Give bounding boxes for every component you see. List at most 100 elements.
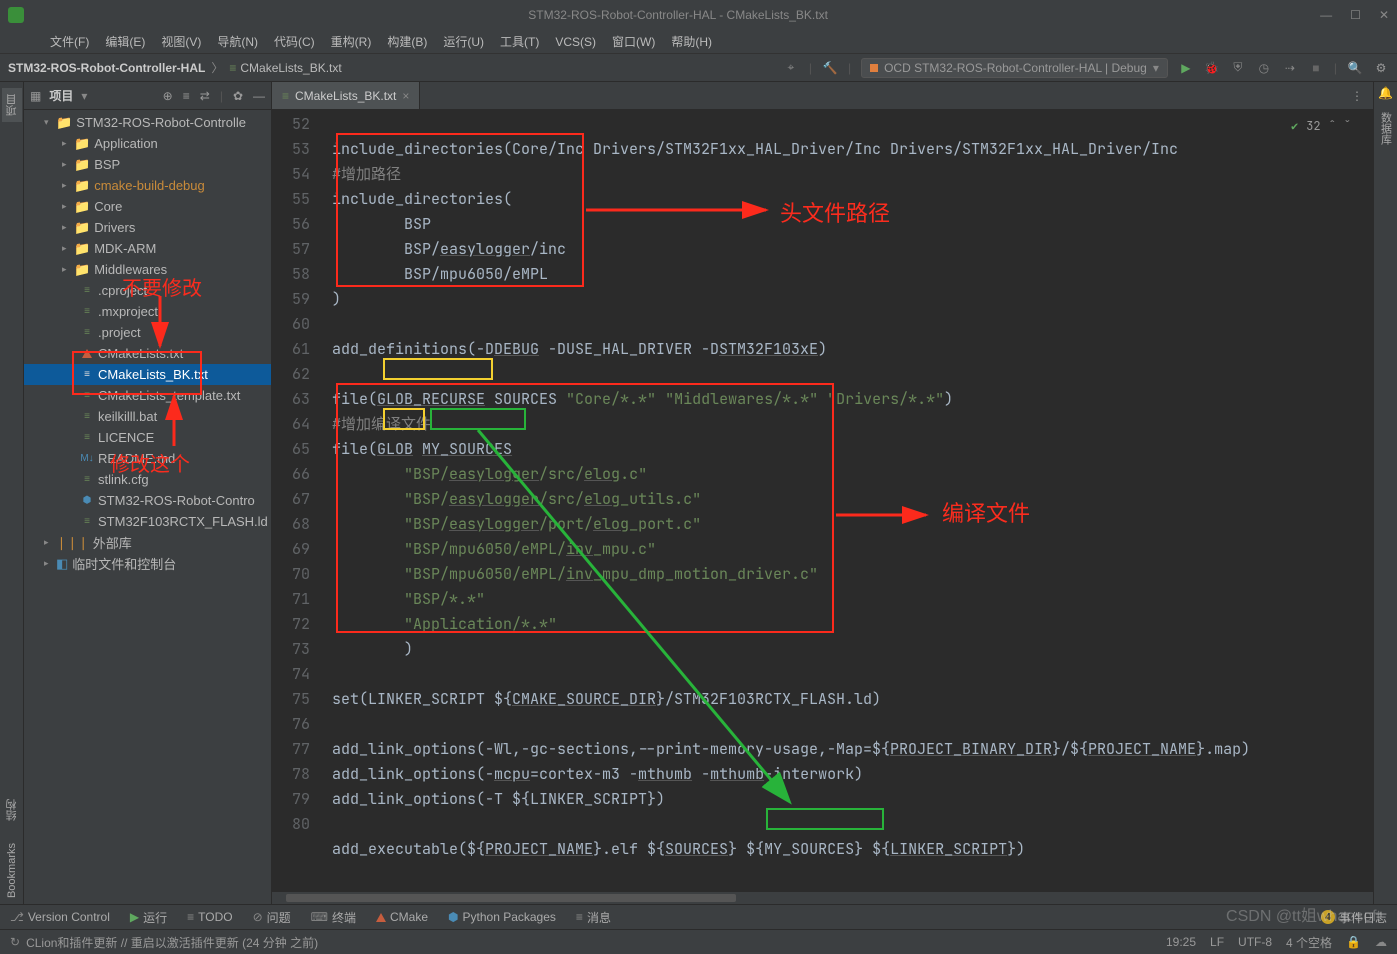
project-tree[interactable]: ▾📁STM32-ROS-Robot-Controlle ▸📁Applicatio… bbox=[24, 110, 271, 904]
status-enc[interactable]: UTF-8 bbox=[1238, 935, 1272, 949]
tree-file[interactable]: ≡.mxproject bbox=[24, 301, 271, 322]
tree-file[interactable]: ≡keilkilll.bat bbox=[24, 406, 271, 427]
tree-file-readme[interactable]: M↓README.md bbox=[24, 448, 271, 469]
menu-refactor[interactable]: 重构(R) bbox=[331, 33, 372, 50]
tree-file-cmakelists-bk[interactable]: ≡CMakeLists_BK.txt bbox=[24, 364, 271, 385]
tree-file-ioc[interactable]: ⬢STM32-ROS-Robot-Contro bbox=[24, 490, 271, 511]
maximize-button[interactable]: ☐ bbox=[1350, 8, 1361, 22]
more-tabs-icon[interactable]: ⋮ bbox=[1341, 89, 1373, 103]
tree-ext-lib[interactable]: ▸❘❘❘外部库 bbox=[24, 532, 271, 553]
left-tab-bookmarks[interactable]: Bookmarks bbox=[4, 837, 20, 904]
tool-todo[interactable]: ≡TODO bbox=[187, 910, 232, 924]
status-pos[interactable]: 19:25 bbox=[1166, 935, 1196, 949]
menu-help[interactable]: 帮助(H) bbox=[671, 33, 712, 50]
menu-run[interactable]: 运行(U) bbox=[443, 33, 484, 50]
minimize-button[interactable]: — bbox=[1320, 8, 1332, 22]
status-spaces[interactable]: 4 个空格 bbox=[1286, 934, 1332, 951]
tool-cmake[interactable]: CMake bbox=[376, 910, 428, 924]
tree-folder[interactable]: ▸📁BSP bbox=[24, 154, 271, 175]
annotation-arrow bbox=[164, 396, 184, 456]
search-icon[interactable]: 🔍 bbox=[1347, 60, 1363, 76]
left-tab-project[interactable]: 项目 bbox=[2, 88, 22, 122]
tree-folder[interactable]: ▸📁Application bbox=[24, 133, 271, 154]
menu-code[interactable]: 代码(C) bbox=[274, 33, 315, 50]
tree-file[interactable]: ≡.project bbox=[24, 322, 271, 343]
window-title: STM32-ROS-Robot-Controller-HAL - CMakeLi… bbox=[36, 8, 1320, 22]
hide-icon[interactable]: — bbox=[253, 89, 265, 103]
sep: | bbox=[809, 61, 812, 75]
tool-vcs[interactable]: ⎇Version Control bbox=[10, 910, 110, 924]
horizontal-scrollbar[interactable] bbox=[272, 892, 1373, 904]
close-button[interactable]: ✕ bbox=[1379, 8, 1389, 22]
tool-terminal[interactable]: ⌨终端 bbox=[311, 909, 356, 926]
bottom-toolbar: ⎇Version Control ▶运行 ≡TODO ⊘问题 ⌨终端 CMake… bbox=[0, 904, 1397, 929]
menu-build[interactable]: 构建(B) bbox=[387, 33, 427, 50]
tree-scratch[interactable]: ▸◧临时文件和控制台 bbox=[24, 553, 271, 574]
coverage-button[interactable]: ⛨ bbox=[1230, 60, 1246, 76]
left-tab-structure[interactable]: 结构 bbox=[2, 793, 22, 827]
settings-icon[interactable]: ⚙ bbox=[1373, 60, 1389, 76]
tree-folder-cmake[interactable]: ▸📁cmake-build-debug bbox=[24, 175, 271, 196]
status-message[interactable]: CLion和插件更新 // 重启以激活插件更新 (24 分钟 之前) bbox=[26, 934, 318, 951]
chevron-down-icon[interactable]: ˇ bbox=[1344, 114, 1351, 139]
menu-window[interactable]: 窗口(W) bbox=[612, 33, 655, 50]
hammer-icon[interactable]: 🔨 bbox=[822, 60, 838, 76]
attach-button[interactable]: ⇢ bbox=[1282, 60, 1298, 76]
editor-tab[interactable]: ≡ CMakeLists_BK.txt × bbox=[272, 82, 420, 109]
scrollbar-thumb[interactable] bbox=[286, 894, 736, 902]
sep: | bbox=[1334, 61, 1337, 75]
status-lock-icon[interactable]: 🔒 bbox=[1346, 935, 1361, 949]
project-sidebar: ▦ 项目 ▾ ⊕ ≡ ⇄ | ✿ — ▾📁STM32-ROS-Robot-Con… bbox=[24, 82, 272, 904]
status-cloud-icon[interactable]: ☁ bbox=[1375, 935, 1387, 949]
stop-button[interactable]: ■ bbox=[1308, 60, 1324, 76]
settings-icon[interactable]: ✿ bbox=[233, 89, 243, 103]
tree-file[interactable]: ≡STM32F103RCTX_FLASH.ld bbox=[24, 511, 271, 532]
menu-file[interactable]: 文件(F) bbox=[50, 33, 89, 50]
compass-icon[interactable]: ⌖ bbox=[783, 60, 799, 76]
breadcrumb-file-label: CMakeLists_BK.txt bbox=[240, 61, 341, 75]
tree-file[interactable]: ≡stlink.cfg bbox=[24, 469, 271, 490]
menu-tools[interactable]: 工具(T) bbox=[500, 33, 539, 50]
inspection-count: 32 bbox=[1306, 114, 1320, 139]
collapse-icon[interactable]: ≡ bbox=[183, 89, 190, 103]
target-icon[interactable]: ⊕ bbox=[163, 89, 173, 103]
menubar: 文件(F) 编辑(E) 视图(V) 导航(N) 代码(C) 重构(R) 构建(B… bbox=[0, 30, 1397, 54]
menu-vcs[interactable]: VCS(S) bbox=[555, 35, 596, 49]
tree-folder[interactable]: ▸📁Middlewares bbox=[24, 259, 271, 280]
breadcrumb-file[interactable]: ≡ CMakeLists_BK.txt bbox=[229, 61, 341, 75]
menu-edit[interactable]: 编辑(E) bbox=[105, 33, 145, 50]
tree-folder[interactable]: ▸📁MDK-ARM bbox=[24, 238, 271, 259]
tree-root[interactable]: ▾📁STM32-ROS-Robot-Controlle bbox=[24, 112, 271, 133]
inspection-widget[interactable]: ✔ 32 ˆ ˇ bbox=[1291, 114, 1351, 139]
titlebar: STM32-ROS-Robot-Controller-HAL - CMakeLi… bbox=[0, 0, 1397, 30]
right-tab-db[interactable]: 数据库 bbox=[1376, 106, 1396, 151]
expand-icon[interactable]: ⇄ bbox=[200, 89, 210, 103]
debug-button[interactable]: 🐞 bbox=[1204, 60, 1220, 76]
tree-file[interactable]: ≡LICENCE bbox=[24, 427, 271, 448]
notifications-icon[interactable]: 🔔 bbox=[1378, 86, 1393, 100]
run-button[interactable]: ▶ bbox=[1178, 60, 1194, 76]
status-update-icon[interactable]: ↻ bbox=[10, 935, 20, 949]
sep: | bbox=[848, 61, 851, 75]
tree-file[interactable]: ≡.cproject bbox=[24, 280, 271, 301]
tree-file[interactable]: ≡CMakeLists_template.txt bbox=[24, 385, 271, 406]
tool-messages[interactable]: ≡消息 bbox=[576, 909, 611, 926]
profile-button[interactable]: ◷ bbox=[1256, 60, 1272, 76]
tree-folder[interactable]: ▸📁Core bbox=[24, 196, 271, 217]
tree-file-cmakelists[interactable]: CMakeLists.txt bbox=[24, 343, 271, 364]
run-config-selector[interactable]: OCD STM32-ROS-Robot-Controller-HAL | Deb… bbox=[861, 58, 1168, 78]
menu-nav[interactable]: 导航(N) bbox=[217, 33, 258, 50]
tool-python[interactable]: ⬢Python Packages bbox=[448, 910, 556, 924]
menu-view[interactable]: 视图(V) bbox=[161, 33, 201, 50]
chevron-up-icon[interactable]: ˆ bbox=[1329, 114, 1336, 139]
tree-folder[interactable]: ▸📁Drivers bbox=[24, 217, 271, 238]
breadcrumb-project[interactable]: STM32-ROS-Robot-Controller-HAL bbox=[8, 61, 205, 75]
annotation-arrow bbox=[586, 200, 786, 220]
code-editor[interactable]: 5253545556575859606162636465666768697071… bbox=[272, 110, 1373, 892]
tool-problems[interactable]: ⊘问题 bbox=[253, 909, 291, 926]
chevron-down-icon: ▾ bbox=[1153, 61, 1159, 75]
status-lf[interactable]: LF bbox=[1210, 935, 1224, 949]
tool-run[interactable]: ▶运行 bbox=[130, 909, 167, 926]
chevron-down-icon[interactable]: ▾ bbox=[81, 89, 87, 103]
close-tab-icon[interactable]: × bbox=[402, 89, 409, 103]
